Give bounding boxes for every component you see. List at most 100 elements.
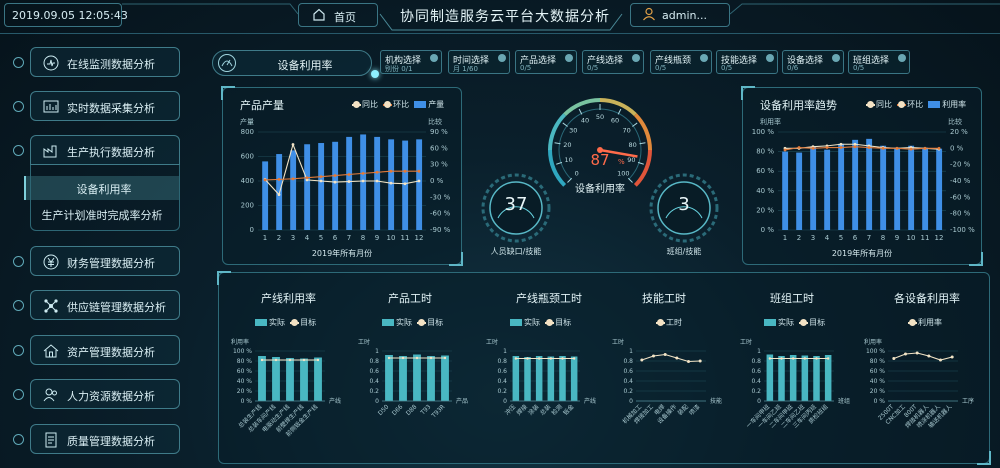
nav-knob xyxy=(13,389,24,400)
series-point xyxy=(333,180,337,184)
y-tick-label: 0 xyxy=(250,226,254,234)
bar xyxy=(782,151,789,230)
series-point xyxy=(403,169,407,173)
y-tick-label: 80 % xyxy=(756,148,774,156)
nav-label: 实时数据采集分析 xyxy=(67,102,155,115)
page-tab[interactable]: 设备利用率 xyxy=(212,50,372,76)
y-axis-label: 利用率 xyxy=(231,338,249,346)
y-axis-label: 利用率 xyxy=(760,117,781,126)
chart-product_hours: 工时00.20.40.60.81D50 D66 D88 T93T93R产品 xyxy=(358,338,468,420)
y-axis-label: 产量 xyxy=(240,117,254,126)
bar xyxy=(427,356,435,401)
filter-1[interactable]: 机构选择 别份 0/1 xyxy=(380,50,442,74)
y-tick-label: 20 % xyxy=(870,388,886,395)
series-point xyxy=(417,169,421,173)
filter-2[interactable]: 时间选择月 1/60 xyxy=(448,50,510,74)
top-bar: 2019.09.05 12:05:43 首页 协同制造服务云平台大数据分析 ad… xyxy=(0,0,1000,34)
x-tick-label: 6 xyxy=(333,234,338,242)
y-tick-label: 40 % xyxy=(870,378,886,385)
y-tick-label: 0.8 xyxy=(751,358,761,365)
dial-right-value: 3 xyxy=(678,194,690,215)
factory-icon xyxy=(43,145,57,158)
nav-production-exec[interactable]: 生产执行数据分析 xyxy=(30,135,180,165)
nav-realtime-data[interactable]: 实时数据采集分析 xyxy=(30,91,180,121)
gauge-value: 87 xyxy=(590,151,609,169)
bar xyxy=(512,356,520,401)
series-point xyxy=(663,353,667,356)
series-point xyxy=(291,177,295,181)
clear-icon[interactable] xyxy=(498,54,506,62)
nav-hr[interactable]: 人力资源数据分析 xyxy=(30,379,180,409)
bar xyxy=(374,136,381,230)
y2-axis-label: 比较 xyxy=(428,117,442,126)
filter-4[interactable]: 产线选择 0/5 xyxy=(582,50,644,74)
filter-sub: 0/5 xyxy=(655,64,667,72)
filter-5[interactable]: 产线瓶颈 0/5 xyxy=(650,50,712,74)
nav-label: 供应链管理数据分析 xyxy=(67,301,166,314)
bar xyxy=(766,354,774,401)
y-tick-label: 100 % xyxy=(866,348,885,355)
bar xyxy=(388,139,395,230)
clear-icon[interactable] xyxy=(832,54,840,62)
filter-3[interactable]: 产品选择 0/5 xyxy=(515,50,577,74)
target-point xyxy=(302,358,306,362)
filter-7[interactable]: 设备选择 0/6 xyxy=(782,50,844,74)
x-tick-label: 装配 xyxy=(676,403,690,417)
target-point xyxy=(316,358,320,362)
y-tick-label: 0.4 xyxy=(623,378,633,385)
bar xyxy=(385,355,393,401)
y2-tick-label: -30 % xyxy=(430,193,451,201)
y-tick-label: 0 % xyxy=(241,398,253,405)
series-point xyxy=(375,170,379,174)
chart-equip_util: 利用率0 %20 %40 %60 %80 %100 %2500TCNC加工800… xyxy=(864,338,974,430)
legend-label: 目标 xyxy=(809,318,826,327)
series-point xyxy=(927,354,931,358)
y-tick-label: 80 % xyxy=(237,358,253,365)
nav-assets[interactable]: 资产管理数据分析 xyxy=(30,335,180,365)
clear-icon[interactable] xyxy=(565,54,573,62)
bar xyxy=(559,356,566,401)
series-point xyxy=(853,142,857,146)
filter-8[interactable]: 班组选择 0/5 xyxy=(848,50,910,74)
chart-title: 产品工时 xyxy=(388,292,432,305)
nav-supply-chain[interactable]: 供应链管理数据分析 xyxy=(30,290,180,320)
series-point xyxy=(797,146,801,149)
clear-icon[interactable] xyxy=(700,54,708,62)
clear-icon[interactable] xyxy=(430,54,438,62)
x-tick-label: 1 xyxy=(263,234,267,242)
series-point xyxy=(839,142,843,146)
nav-online-monitor[interactable]: 在线监测数据分析 xyxy=(30,47,180,77)
clear-icon[interactable] xyxy=(898,54,906,62)
bar xyxy=(300,358,308,401)
bar xyxy=(796,152,803,230)
y-tick-label: 400 xyxy=(241,177,254,185)
filter-6[interactable]: 技能选择 0/5 xyxy=(716,50,778,74)
series-point xyxy=(867,146,871,149)
x-axis-label: 技能 xyxy=(710,397,722,405)
bar xyxy=(570,356,578,401)
target-point xyxy=(768,357,772,360)
target-point xyxy=(387,356,391,360)
series-point xyxy=(939,358,942,362)
gauge-tick-label: 30 xyxy=(569,127,577,135)
x-tick-label: 8 xyxy=(881,234,885,242)
x-tick-label: 12 xyxy=(415,234,424,242)
clear-icon[interactable] xyxy=(632,54,640,62)
nav-finance[interactable]: 财务管理数据分析 xyxy=(30,246,180,276)
chart-title: 产线瓶颈工时 xyxy=(516,292,582,305)
series-point xyxy=(892,357,896,360)
chart-team_hours: 工时00.20.40.60.81一车间甲班一车间乙班二车间甲班二车间乙班三车间丙… xyxy=(740,338,850,430)
series-point xyxy=(319,179,323,183)
clear-icon[interactable] xyxy=(766,54,774,62)
target-point xyxy=(537,357,541,360)
bar xyxy=(922,147,929,230)
x-axis-label: 班组 xyxy=(838,397,850,405)
x-tick-label: 2 xyxy=(277,234,281,242)
legend-label: 环比 xyxy=(907,100,924,109)
y-tick-label: 800 xyxy=(241,128,254,136)
chart-legend: 实际 目标 xyxy=(764,317,825,328)
nav-quality[interactable]: 质量管理数据分析 xyxy=(30,424,180,454)
people-icon xyxy=(43,388,57,402)
x-tick-label: D50 xyxy=(377,403,391,417)
bar xyxy=(824,149,831,230)
